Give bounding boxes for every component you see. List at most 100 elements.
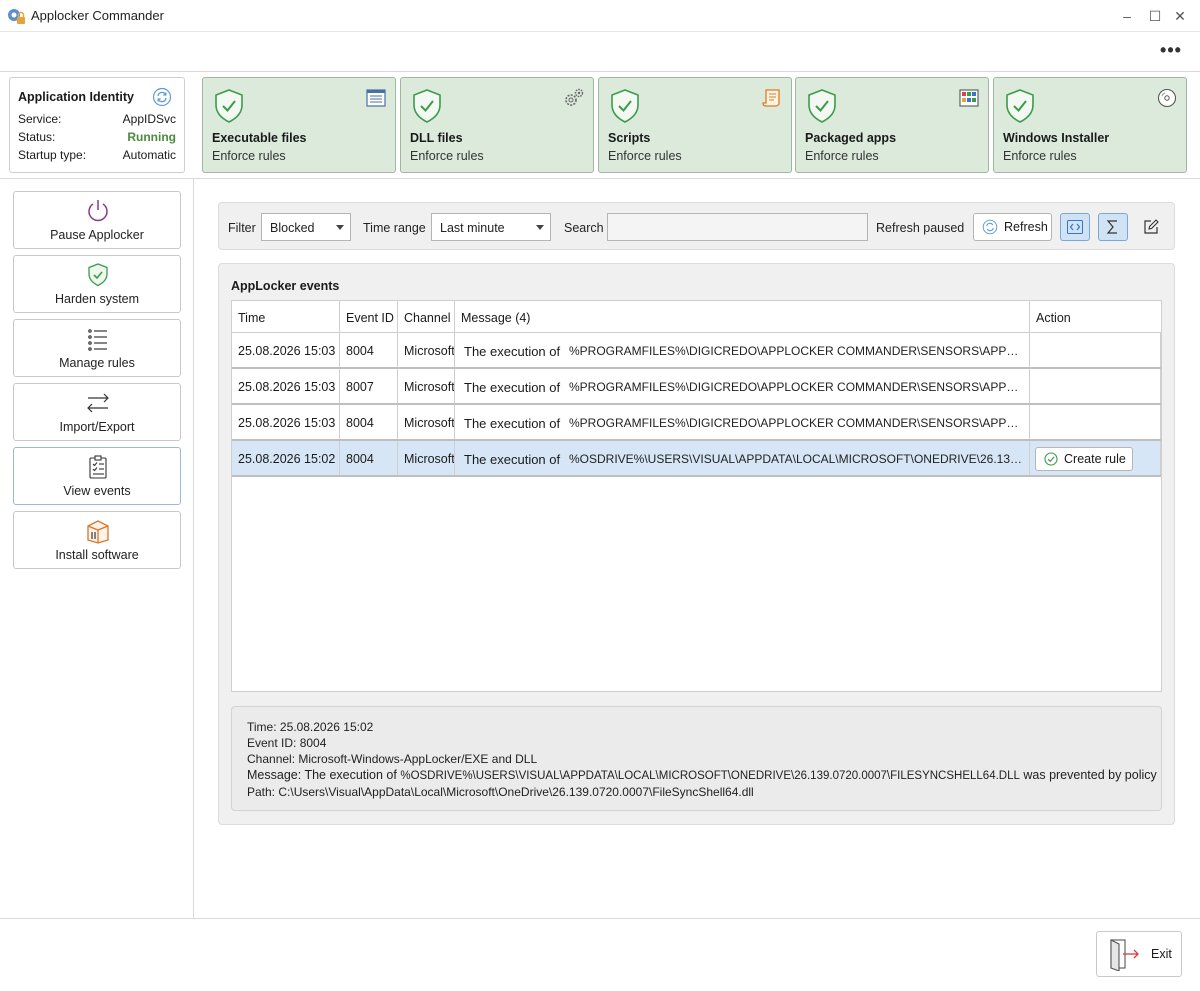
view-events-button[interactable]: View events: [13, 447, 181, 505]
table-row[interactable]: 25.08.2026 15:03 8004 Microsoft-Windows-…: [232, 405, 1161, 441]
message-path: %OSDRIVE%\USERS\VISUAL\APPDATA\LOCAL\MIC…: [569, 452, 1024, 466]
row-message: The execution of %OSDRIVE%\USERS\VISUAL\…: [455, 441, 1030, 475]
status-row: Status: Running: [18, 130, 176, 146]
table-row[interactable]: 25.08.2026 15:03 8007 Microsoft-Windows-…: [232, 369, 1161, 405]
time-range-label: Time range: [363, 221, 426, 235]
service-row: Service: AppIDSvc: [18, 112, 176, 128]
tile-packaged-apps[interactable]: Packaged apps Enforce rules: [795, 77, 989, 173]
shield-check-icon: [1006, 89, 1034, 123]
tile-executable-files[interactable]: Executable files Enforce rules: [202, 77, 396, 173]
tile-name: Packaged apps: [805, 131, 897, 145]
events-table: Time Event ID Channel Message (4) Action…: [231, 300, 1162, 692]
detail-path: Path: C:\Users\Visual\AppData\Local\Micr…: [247, 785, 754, 799]
status-value: Running: [127, 130, 176, 144]
exit-label: Exit: [1151, 947, 1172, 961]
row-event-id: 8004: [340, 441, 398, 475]
refresh-button[interactable]: Refresh: [973, 213, 1052, 241]
gears-icon: [565, 88, 584, 106]
row-channel: Microsoft-Windows-AppLocker/EXE and DLL: [398, 333, 455, 367]
table-row[interactable]: 25.08.2026 15:03 8004 Microsoft-Windows-…: [232, 333, 1161, 369]
divider: [0, 918, 1200, 919]
service-label: Service:: [18, 112, 62, 126]
time-range-value: Last minute: [440, 221, 505, 235]
title-bar: Applocker Commander – ☐ ✕: [0, 0, 1200, 32]
exit-button[interactable]: Exit: [1096, 931, 1182, 977]
startup-value: Automatic: [122, 148, 176, 162]
sum-toggle[interactable]: [1098, 213, 1128, 241]
pause-applocker-button[interactable]: Pause Applocker: [13, 191, 181, 249]
row-channel: Microsoft-Windows-AppLocker/EXE and DLL: [398, 405, 455, 439]
row-event-id: 8004: [340, 405, 398, 439]
table-row-selected[interactable]: 25.08.2026 15:02 8004 Microsoft-Windows-…: [232, 441, 1161, 477]
disc-icon: [1157, 88, 1177, 108]
filter-toolbar: Filter Blocked Time range Last minute Se…: [218, 202, 1175, 250]
column-header-action[interactable]: Action: [1030, 301, 1161, 332]
check-circle-icon: [1044, 452, 1058, 466]
manage-rules-button[interactable]: Manage rules: [13, 319, 181, 377]
code-view-toggle[interactable]: [1060, 213, 1090, 241]
filter-dropdown[interactable]: Blocked: [261, 213, 351, 241]
detail-time: Time: 25.08.2026 15:02: [247, 720, 374, 734]
sigma-icon: [1106, 220, 1117, 234]
detail-event-id: Event ID: 8004: [247, 736, 327, 750]
chevron-down-icon: [536, 225, 544, 230]
harden-system-button[interactable]: Harden system: [13, 255, 181, 313]
import-export-button[interactable]: Import/Export: [13, 383, 181, 441]
chevron-down-icon: [336, 225, 344, 230]
more-options-button[interactable]: •••: [1156, 36, 1186, 64]
nav-label: Manage rules: [59, 356, 135, 370]
tile-scripts[interactable]: Scripts Enforce rules: [598, 77, 792, 173]
message-path: %PROGRAMFILES%\DIGICREDO\APPLOCKER COMMA…: [569, 344, 1024, 358]
tile-name: Scripts: [608, 131, 651, 145]
tile-status: Enforce rules: [410, 149, 484, 163]
startup-row: Startup type: Automatic: [18, 148, 176, 164]
column-header-message[interactable]: Message (4): [455, 301, 1030, 332]
tile-status: Enforce rules: [608, 149, 682, 163]
install-software-button[interactable]: Install software: [13, 511, 181, 569]
search-input[interactable]: [607, 213, 868, 241]
message-path: %PROGRAMFILES%\DIGICREDO\APPLOCKER COMMA…: [569, 416, 1024, 430]
row-event-id: 8007: [340, 369, 398, 403]
tile-status: Enforce rules: [212, 149, 286, 163]
tile-status: Enforce rules: [805, 149, 879, 163]
close-button[interactable]: ✕: [1160, 0, 1200, 32]
time-range-dropdown[interactable]: Last minute: [431, 213, 551, 241]
refresh-icon: [982, 219, 998, 235]
detail-message-prefix: Message: The execution of: [247, 768, 401, 782]
exit-door-icon: [1110, 939, 1139, 971]
shield-check-icon: [611, 89, 639, 123]
events-panel: AppLocker events Time Event ID Channel M…: [218, 263, 1175, 825]
column-header-event-id[interactable]: Event ID: [340, 301, 398, 332]
filter-value: Blocked: [270, 221, 315, 235]
startup-label: Startup type:: [18, 148, 87, 162]
message-text: The execution of: [464, 416, 561, 431]
message-path: %PROGRAMFILES%\DIGICREDO\APPLOCKER COMMA…: [569, 380, 1024, 394]
window-list-icon: [366, 89, 386, 107]
tile-dll-files[interactable]: DLL files Enforce rules: [400, 77, 594, 173]
row-time: 25.08.2026 15:02: [232, 441, 340, 475]
row-channel: Microsoft-Windows-AppLocker/EXE and DLL: [398, 369, 455, 403]
message-text: The execution of: [464, 380, 561, 395]
create-rule-button[interactable]: Create rule: [1035, 447, 1133, 471]
refresh-icon[interactable]: [152, 87, 172, 107]
refresh-paused-text: Refresh paused: [876, 221, 965, 235]
row-time: 25.08.2026 15:03: [232, 333, 340, 367]
column-header-channel[interactable]: Channel: [398, 301, 455, 332]
row-message: The execution of %PROGRAMFILES%\DIGICRED…: [455, 369, 1030, 403]
tile-name: Windows Installer: [1003, 131, 1110, 145]
scroll-icon: [762, 89, 780, 107]
list-icon: [88, 329, 107, 351]
divider: [0, 71, 1200, 72]
column-header-time[interactable]: Time: [232, 301, 340, 332]
arrows-icon: [87, 393, 109, 413]
divider: [0, 178, 1200, 179]
service-value: AppIDSvc: [122, 112, 176, 126]
tile-status: Enforce rules: [1003, 149, 1077, 163]
edit-button[interactable]: [1136, 213, 1166, 241]
divider: [193, 178, 194, 918]
nav-label: View events: [63, 484, 131, 498]
tile-windows-installer[interactable]: Windows Installer Enforce rules: [993, 77, 1187, 173]
row-channel: Microsoft-Windows-AppLocker/EXE and DLL: [398, 441, 455, 475]
shield-check-icon: [808, 89, 836, 123]
clipboard-icon: [89, 455, 107, 479]
